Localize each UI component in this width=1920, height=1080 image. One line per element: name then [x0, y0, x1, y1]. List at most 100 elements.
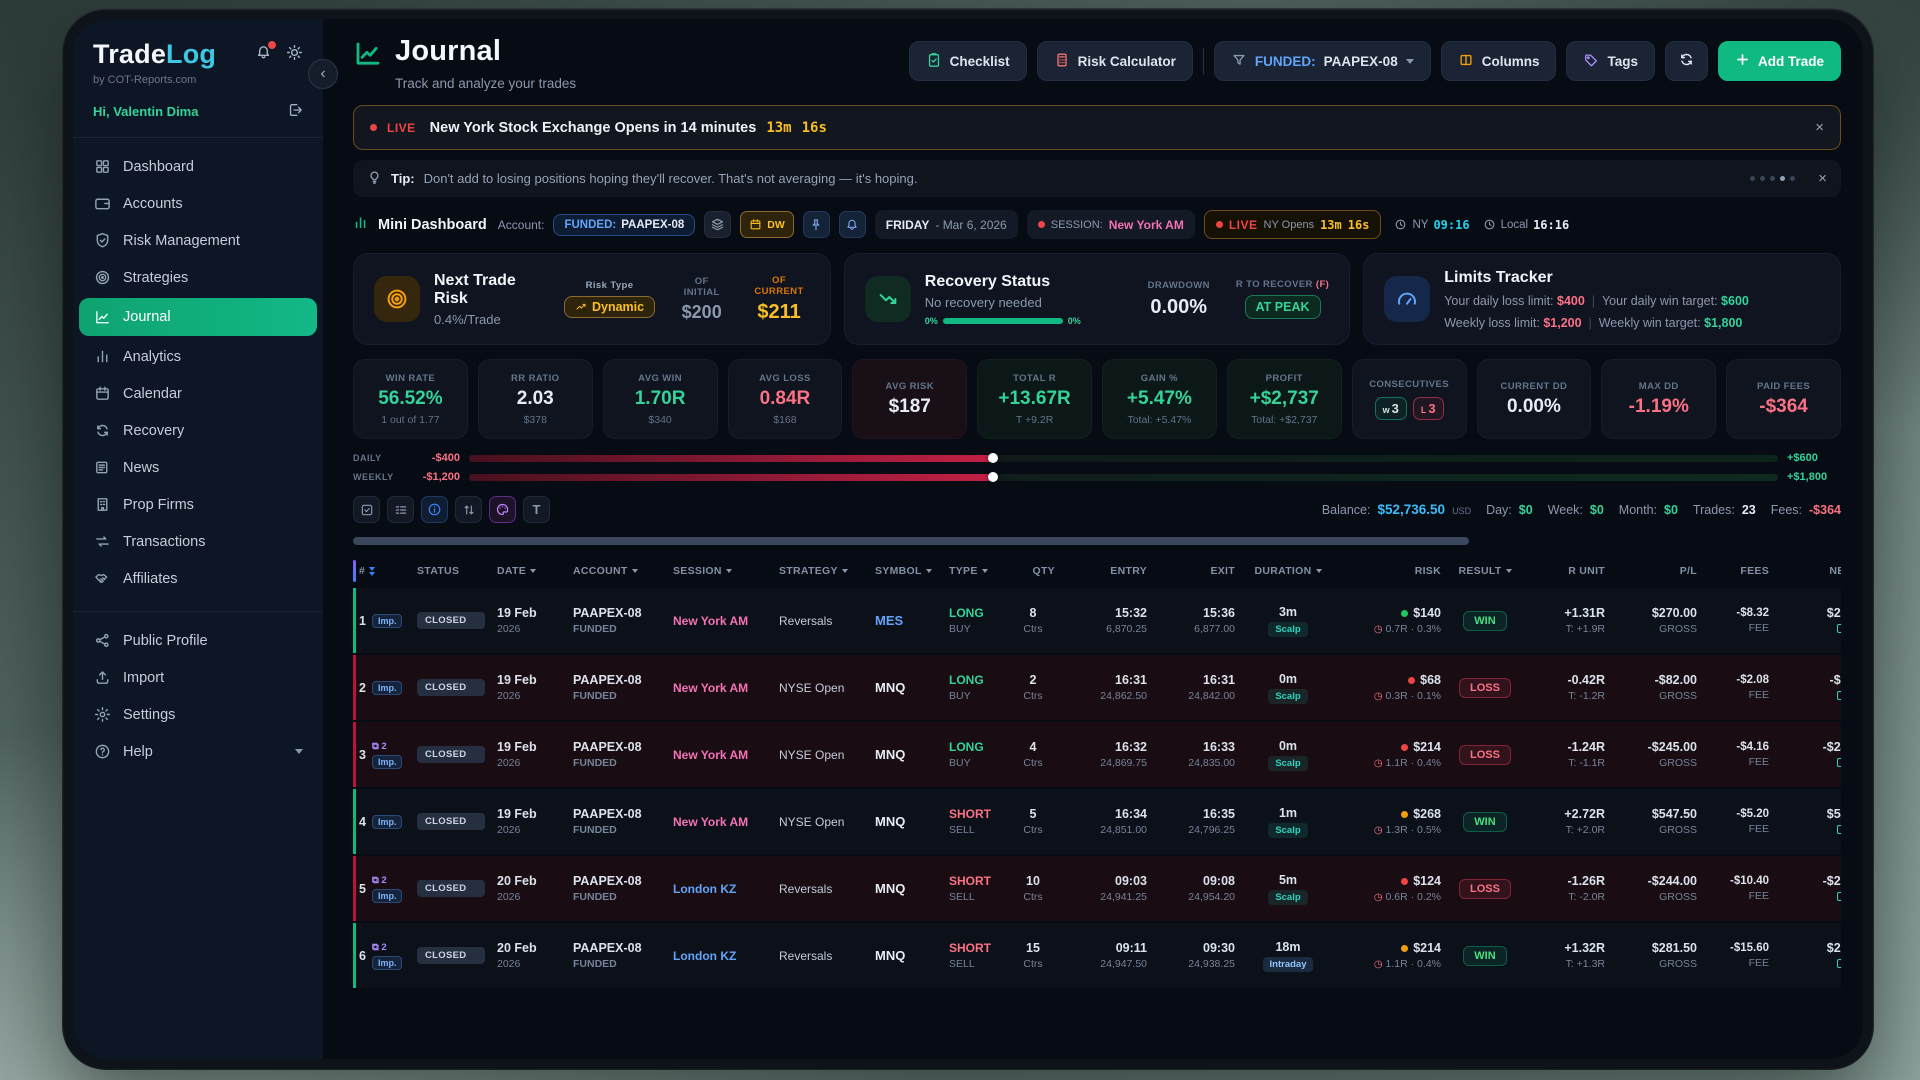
result-badge: WIN [1463, 812, 1506, 832]
tags-button[interactable]: Tags [1566, 41, 1655, 81]
logout-icon[interactable] [287, 102, 303, 121]
account-filter-dropdown[interactable]: FUNDED:PAAPEX-08 [1214, 41, 1431, 81]
col-header-pl[interactable]: P/L [1611, 565, 1703, 577]
col-header-risk[interactable]: RISK [1335, 565, 1447, 577]
sidebar-item-recovery[interactable]: Recovery [73, 412, 323, 449]
col-header-entry[interactable]: ENTRY [1061, 565, 1153, 577]
sidebar-item-label: Dashboard [123, 159, 194, 175]
sidebar-item-news[interactable]: News [73, 449, 323, 486]
sidebar-item-calendar[interactable]: Calendar [73, 375, 323, 412]
upload-icon [93, 669, 111, 686]
status-badge: CLOSED [417, 746, 485, 763]
sidebar-item-analytics[interactable]: Analytics [73, 338, 323, 375]
scrollbar-thumb[interactable] [353, 537, 1469, 545]
info-button[interactable] [421, 496, 448, 523]
sidebar-item-journal[interactable]: Journal [79, 298, 317, 336]
tip-pagination-dots[interactable] [1750, 176, 1795, 181]
refresh-button[interactable] [1665, 41, 1708, 81]
sidebar-item-settings[interactable]: Settings [73, 696, 323, 733]
sidebar-item-prop-firms[interactable]: Prop Firms [73, 486, 323, 523]
table-row[interactable]: 3⧉ 2Imp. CLOSED 19 Feb2026 PAAPEX-08FUND… [353, 722, 1841, 787]
add-trade-button[interactable]: Add Trade [1718, 41, 1841, 81]
sidebar-collapse-button[interactable]: ‹ [308, 59, 338, 89]
risk-calculator-button[interactable]: Risk Calculator [1037, 41, 1193, 81]
live-countdown-pill: LIVENY Opens13m16s [1204, 210, 1382, 239]
col-header-date[interactable]: DATE [491, 565, 567, 577]
risk-type-pill[interactable]: Dynamic [564, 296, 655, 318]
text-size-button[interactable]: T [523, 496, 550, 523]
alerts-bell-button[interactable] [839, 211, 866, 238]
status-badge: CLOSED [417, 813, 485, 830]
card-subtitle: 0.4%/Trade [434, 312, 550, 327]
table-row[interactable]: 2Imp. CLOSED 19 Feb2026 PAAPEX-08FUNDED … [353, 655, 1841, 720]
col-header-runit[interactable]: R UNIT [1523, 565, 1611, 577]
net-icon [1837, 624, 1841, 633]
sidebar-item-label: Help [123, 744, 153, 760]
news-icon [93, 459, 111, 476]
table-row[interactable]: 4Imp. CLOSED 19 Feb2026 PAAPEX-08FUNDED … [353, 789, 1841, 854]
checklist-button[interactable]: Checklist [909, 41, 1027, 81]
sidebar-item-transactions[interactable]: Transactions [73, 523, 323, 560]
sidebar-item-public-profile[interactable]: Public Profile [73, 622, 323, 659]
col-header-num[interactable]: # [353, 565, 411, 577]
live-label: LIVE [387, 121, 416, 135]
col-header-status[interactable]: STATUS [411, 565, 491, 577]
refresh-icon [1678, 51, 1695, 71]
col-header-type[interactable]: TYPE [943, 565, 1005, 577]
col-header-exit[interactable]: EXIT [1153, 565, 1241, 577]
col-header-result[interactable]: RESULT [1447, 565, 1523, 577]
app-window: ‹ TradeLog by COT-Reports.com Hi, Valent… [62, 8, 1874, 1070]
tag-icon [1583, 52, 1599, 71]
live-message: New York Stock Exchange Opens in 14 minu… [430, 120, 757, 136]
col-header-symbol[interactable]: SYMBOL [869, 565, 943, 577]
table-row[interactable]: 1Imp. CLOSED 19 Feb2026 PAAPEX-08FUNDED … [353, 588, 1841, 653]
pin-button[interactable] [803, 211, 830, 238]
table-row[interactable]: 5⧉ 2Imp. CLOSED 20 Feb2026 PAAPEX-08FUND… [353, 856, 1841, 921]
sidebar-item-help[interactable]: Help [73, 733, 323, 770]
bar-chart-icon [93, 348, 111, 365]
col-header-strategy[interactable]: STRATEGY [773, 565, 869, 577]
risk-info-icon: ◷ [1374, 758, 1383, 769]
risk-dot [1401, 878, 1408, 885]
sidebar-item-risk-management[interactable]: Risk Management [73, 222, 323, 259]
table-row[interactable]: 6⧉ 2Imp. CLOSED 20 Feb2026 PAAPEX-08FUND… [353, 923, 1841, 988]
month-pl: $0 [1664, 503, 1678, 517]
layout-grid-button[interactable] [387, 496, 414, 523]
daily-weekly-toggle[interactable]: DW [740, 211, 794, 238]
account-label: Account: [498, 218, 545, 232]
stat-gain-pct: GAIN %+5.47%Total: +5.47% [1102, 359, 1217, 439]
sidebar-item-strategies[interactable]: Strategies [73, 259, 323, 296]
sidebar-item-label: Public Profile [123, 633, 208, 649]
risk-info-icon: ◷ [1374, 691, 1383, 702]
col-header-session[interactable]: SESSION [667, 565, 773, 577]
account-pill[interactable]: FUNDED:PAAPEX-08 [553, 214, 695, 236]
layers-button[interactable] [704, 211, 731, 238]
columns-button[interactable]: Columns [1441, 41, 1557, 81]
shield-icon [93, 232, 111, 249]
risk-target-icon [374, 276, 420, 322]
close-icon[interactable]: × [1815, 119, 1824, 136]
sidebar-item-accounts[interactable]: Accounts [73, 185, 323, 222]
sidebar-item-dashboard[interactable]: Dashboard [73, 148, 323, 185]
theme-toggle-sun-icon[interactable] [286, 44, 303, 66]
sort-button[interactable] [455, 496, 482, 523]
risk-info-icon: ◷ [1374, 624, 1383, 635]
col-header-account[interactable]: ACCOUNT [567, 565, 667, 577]
stat-profit: PROFIT+$2,737Total: +$2,737 [1227, 359, 1342, 439]
countdown-minutes: 13m [766, 120, 791, 136]
sidebar-item-affiliates[interactable]: Affiliates [73, 560, 323, 597]
select-checkbox-button[interactable] [353, 496, 380, 523]
net-icon [1837, 691, 1841, 700]
col-header-duration[interactable]: DURATION [1241, 565, 1335, 577]
col-header-qty[interactable]: QTY [1005, 565, 1061, 577]
weekly-position-marker [988, 472, 998, 482]
grouped-trades-badge: ⧉ 2 [372, 942, 387, 953]
col-header-fees[interactable]: FEES [1703, 565, 1775, 577]
palette-button[interactable] [489, 496, 516, 523]
sidebar-item-label: Prop Firms [123, 497, 194, 513]
col-header-net[interactable]: NET P/ [1775, 565, 1841, 577]
notifications-bell-icon[interactable] [255, 44, 272, 66]
stat-avg-risk: AVG RISK$187 [852, 359, 967, 439]
sidebar-item-import[interactable]: Import [73, 659, 323, 696]
close-icon[interactable]: × [1818, 170, 1827, 187]
